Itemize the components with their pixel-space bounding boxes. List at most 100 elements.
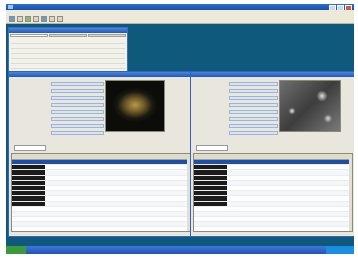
table-cell (302, 196, 327, 200)
property-value[interactable] (229, 88, 278, 93)
property-value[interactable] (50, 88, 104, 93)
explorer-tab[interactable] (10, 34, 48, 37)
column-header[interactable] (302, 154, 327, 159)
table-cell (161, 191, 190, 195)
video-preview (105, 80, 165, 132)
property-value[interactable] (50, 109, 104, 114)
table-cell (12, 160, 45, 164)
explorer-tab[interactable] (49, 34, 87, 37)
table-cell (132, 212, 161, 216)
toolbar-button[interactable] (17, 16, 23, 22)
table-cell (277, 165, 302, 169)
start-button[interactable] (6, 246, 26, 254)
table-cell (103, 191, 132, 195)
table-cell (12, 217, 45, 221)
table-cell (227, 207, 252, 211)
property-row (194, 108, 278, 115)
column-header[interactable] (227, 154, 252, 159)
table-cell (74, 227, 103, 231)
list-cell (11, 39, 68, 43)
table-cell (227, 181, 252, 185)
toolbar-button[interactable] (33, 16, 39, 22)
list-cell (11, 59, 68, 63)
toolbar-button[interactable] (9, 16, 15, 22)
list-cell (68, 49, 125, 53)
table-cell (103, 186, 132, 190)
camera-window-title[interactable] (191, 72, 354, 77)
property-value[interactable] (229, 102, 278, 107)
property-value[interactable] (50, 95, 104, 100)
toolbar-button[interactable] (41, 16, 47, 22)
table-cell (74, 196, 103, 200)
table-cell (194, 191, 227, 196)
property-value[interactable] (229, 123, 278, 128)
column-header[interactable] (74, 154, 103, 159)
table-cell (277, 207, 302, 211)
column-header[interactable] (161, 154, 190, 159)
table-cell (277, 160, 302, 164)
table-row[interactable] (194, 227, 352, 231)
table-cell (277, 176, 302, 180)
column-header[interactable] (252, 154, 277, 159)
property-row (12, 122, 104, 129)
table-cell (103, 170, 132, 174)
column-header[interactable] (132, 154, 161, 159)
table-cell (161, 227, 190, 231)
toolbar-button[interactable] (25, 16, 31, 22)
property-value[interactable] (50, 81, 104, 86)
table-cell (194, 201, 227, 206)
toolbar-button[interactable] (49, 16, 55, 22)
table-cell (12, 191, 45, 196)
table-cell (103, 207, 132, 211)
table-cell (132, 217, 161, 221)
camera-window-title[interactable] (9, 72, 193, 77)
property-value[interactable] (50, 102, 104, 107)
table-cell (161, 186, 190, 190)
camera-window-left (8, 71, 194, 237)
table-cell (45, 181, 74, 185)
column-header[interactable] (103, 154, 132, 159)
table-cell (302, 227, 327, 231)
explorer-title-bar[interactable] (9, 28, 127, 33)
desktop (6, 4, 354, 254)
table-cell (103, 222, 132, 226)
table-cell (103, 227, 132, 231)
table-cell (103, 160, 132, 164)
table-cell (277, 217, 302, 221)
property-value[interactable] (50, 116, 104, 121)
event-table (193, 153, 353, 232)
table-cell (194, 227, 227, 231)
table-row[interactable] (12, 227, 190, 231)
table-cell (132, 170, 161, 174)
property-value[interactable] (50, 130, 104, 135)
table-body (12, 160, 190, 231)
explorer-list (9, 38, 127, 75)
toolbar-button[interactable] (57, 16, 63, 22)
property-value[interactable] (229, 130, 278, 135)
column-header[interactable] (194, 154, 227, 159)
table-cell (45, 170, 74, 174)
table-cell (74, 202, 103, 206)
table-cell (161, 160, 190, 164)
table-cell (103, 212, 132, 216)
column-header[interactable] (45, 154, 74, 159)
table-cell (227, 222, 252, 226)
property-value[interactable] (50, 123, 104, 128)
column-header[interactable] (277, 154, 302, 159)
vertical-scrollbar[interactable] (349, 159, 352, 231)
table-cell (277, 212, 302, 216)
column-header[interactable] (12, 154, 45, 159)
property-row (12, 108, 104, 115)
table-cell (277, 191, 302, 195)
filter-input[interactable] (196, 145, 228, 151)
property-value[interactable] (229, 95, 278, 100)
filter-input[interactable] (14, 145, 46, 151)
table-cell (302, 181, 327, 185)
property-value[interactable] (229, 81, 278, 86)
property-value[interactable] (229, 116, 278, 121)
toolbar (6, 15, 354, 24)
property-value[interactable] (229, 109, 278, 114)
property-row (12, 115, 104, 122)
table-cell (252, 217, 277, 221)
explorer-tab[interactable] (88, 34, 126, 37)
